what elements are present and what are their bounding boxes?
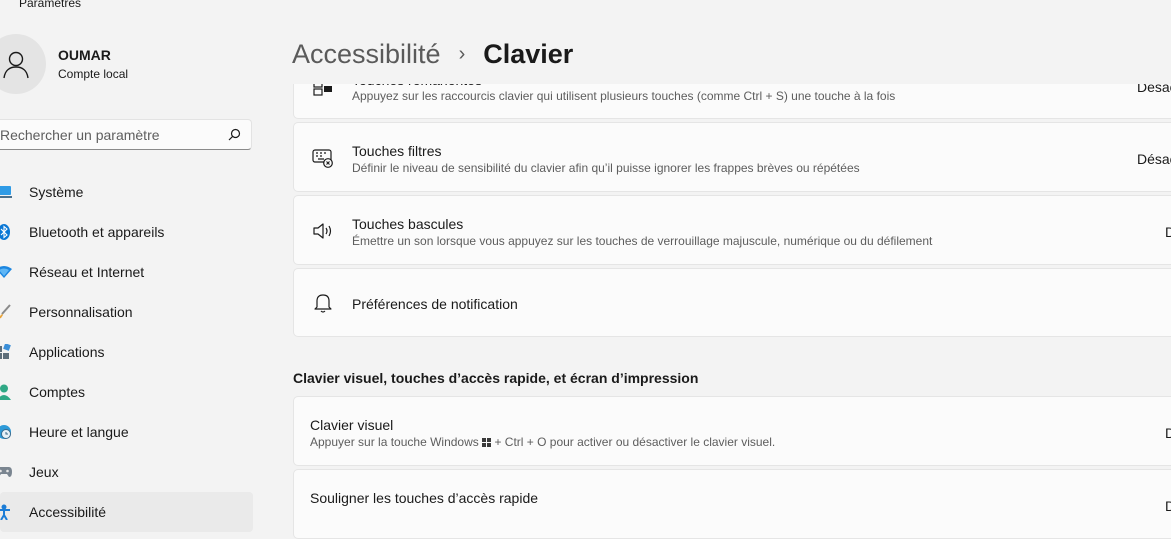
sidebar-item-network[interactable]: Réseau et Internet	[0, 252, 253, 292]
accessibility-icon	[0, 504, 12, 520]
sidebar-item-label: Accessibilité	[29, 504, 107, 520]
breadcrumb-separator: ›	[458, 42, 466, 65]
gamepad-icon	[0, 464, 12, 480]
sidebar-item-apps[interactable]: Applications	[0, 332, 253, 372]
underline-access-keys-state: Désactivé	[1165, 498, 1171, 514]
search-icon[interactable]	[228, 128, 241, 141]
bluetooth-icon	[0, 224, 12, 240]
notification-preferences-card[interactable]: Préférences de notification	[293, 268, 1171, 337]
toggle-keys-description: Émettre un son lorsque vous appuyez sur …	[352, 234, 933, 248]
search-box[interactable]	[0, 119, 252, 150]
sidebar-nav: Système Bluetooth et appareils Réseau et…	[0, 172, 253, 532]
visual-keyboard-description-start: Appuyer sur la touche Windows	[310, 435, 479, 449]
filter-keys-icon	[312, 147, 334, 169]
bell-icon	[312, 292, 334, 314]
breadcrumb-parent[interactable]: Accessibilité	[292, 39, 441, 70]
notification-preferences-title: Préférences de notification	[352, 296, 518, 312]
clock-globe-icon	[0, 424, 12, 440]
filter-keys-card[interactable]: Touches filtres Définir le niveau de sen…	[293, 122, 1171, 192]
user-profile[interactable]: OUMAR Compte local	[0, 34, 128, 94]
account-type: Compte local	[58, 67, 129, 81]
toggle-keys-title: Touches bascules	[352, 216, 464, 232]
sidebar-item-personalization[interactable]: Personnalisation	[0, 292, 253, 332]
sidebar-item-label: Applications	[29, 344, 105, 360]
sidebar-item-label: Système	[29, 184, 84, 200]
sidebar-item-label: Comptes	[29, 384, 86, 400]
visual-keyboard-description: Appuyer sur la touche Windows + Ctrl + O…	[310, 435, 775, 449]
filter-keys-title: Touches filtres	[352, 143, 442, 159]
search-input[interactable]	[0, 126, 210, 143]
sidebar-item-accessibility[interactable]: Accessibilité	[0, 492, 253, 532]
filter-keys-description: Définir le niveau de sensibilité du clav…	[352, 161, 860, 175]
sidebar-item-label: Jeux	[29, 464, 59, 480]
windows-logo-icon	[482, 438, 492, 447]
apps-icon	[0, 344, 12, 360]
toggle-keys-card[interactable]: Touches bascules Émettre un son lorsque …	[293, 195, 1171, 265]
sidebar-item-label: Personnalisation	[29, 304, 133, 320]
sidebar-item-gaming[interactable]: Jeux	[0, 452, 253, 492]
sidebar-item-label: Réseau et Internet	[29, 264, 145, 280]
underline-access-keys-card[interactable]: Souligner les touches d’accès rapide Dés…	[293, 469, 1171, 539]
visual-keyboard-description-end: + Ctrl + O pour activer ou désactiver le…	[494, 435, 776, 449]
sidebar-item-accounts[interactable]: Comptes	[0, 372, 253, 412]
wifi-icon	[0, 264, 12, 280]
visual-keyboard-state: Désactivé	[1165, 425, 1171, 441]
sidebar-item-bluetooth[interactable]: Bluetooth et appareils	[0, 212, 253, 252]
sidebar-item-label: Bluetooth et appareils	[29, 224, 165, 240]
user-name: OUMAR	[58, 47, 111, 63]
breadcrumb-overlay: Accessibilité › Clavier	[292, 36, 573, 72]
brush-icon	[0, 304, 12, 320]
sidebar-item-label: Heure et langue	[29, 424, 129, 440]
visual-keyboard-title: Clavier visuel	[310, 417, 394, 433]
toggle-keys-state: Désactivé	[1165, 224, 1171, 240]
underline-access-keys-title: Souligner les touches d’accès rapide	[310, 490, 539, 506]
page-title: Clavier	[483, 38, 574, 69]
person-icon	[0, 384, 12, 400]
filter-keys-state: Désactivé	[1137, 151, 1171, 167]
speaker-icon	[312, 220, 334, 242]
system-icon	[0, 184, 12, 200]
section-heading: Clavier visuel, touches d’accès rapide, …	[293, 370, 699, 386]
avatar	[0, 34, 46, 94]
person-icon	[3, 51, 29, 79]
sidebar-item-time-language[interactable]: Heure et langue	[0, 412, 253, 452]
sticky-keys-description: Appuyez sur les raccourcis clavier qui u…	[352, 89, 896, 103]
visual-keyboard-card[interactable]: Clavier visuel Appuyer sur la touche Win…	[293, 396, 1171, 466]
sidebar-item-system[interactable]: Système	[0, 172, 253, 212]
app-title: Paramètres	[19, 0, 82, 10]
